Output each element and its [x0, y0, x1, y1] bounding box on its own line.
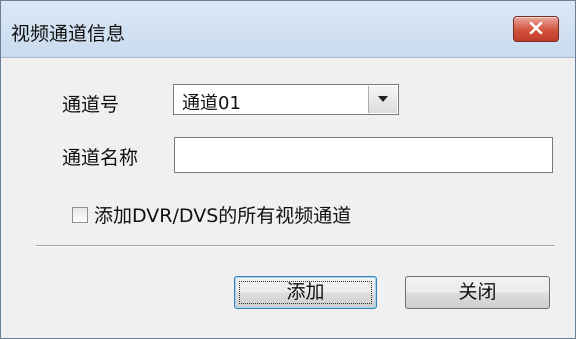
add-all-channels-checkbox[interactable]: [72, 207, 88, 223]
title-bar[interactable]: 视频通道信息: [1, 1, 575, 58]
channel-number-value: 通道01: [182, 93, 241, 114]
close-icon: [529, 22, 543, 34]
add-all-channels-label[interactable]: 添加DVR/DVS的所有视频通道: [94, 201, 351, 228]
add-button[interactable]: 添加: [234, 276, 377, 309]
channel-number-label: 通道号: [62, 94, 120, 116]
focus-rectangle: [239, 281, 372, 304]
close-window-button[interactable]: [513, 16, 559, 42]
close-button-label: 关闭: [458, 281, 497, 303]
channel-name-label: 通道名称: [62, 147, 139, 169]
close-button[interactable]: 关闭: [405, 276, 550, 309]
divider: [36, 245, 554, 247]
channel-number-dropdown[interactable]: 通道01: [173, 84, 399, 115]
window-title: 视频通道信息: [11, 23, 126, 45]
chevron-down-icon: [378, 96, 388, 102]
dropdown-button[interactable]: [368, 86, 397, 113]
channel-name-field[interactable]: [174, 137, 553, 173]
